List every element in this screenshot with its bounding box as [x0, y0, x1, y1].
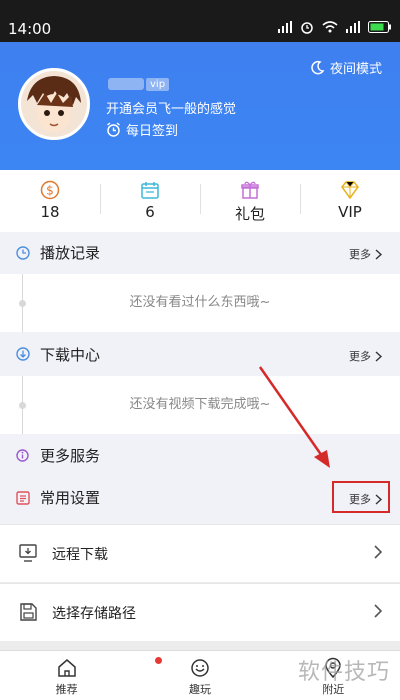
- play-history-empty-text: 还没有看过什么东西哦~: [129, 295, 271, 310]
- night-mode-button[interactable]: 夜间模式: [309, 58, 382, 77]
- remote-download-label: 远程下载: [52, 547, 108, 563]
- play-history-more-label: 更多: [349, 248, 371, 261]
- tab-recommend[interactable]: 推荐: [0, 651, 133, 700]
- common-settings-title: 常用设置: [40, 489, 101, 507]
- more-services-header[interactable]: 更多服务: [0, 434, 400, 476]
- stat-gift-label: 礼包: [234, 205, 265, 223]
- moon-icon: [311, 60, 325, 74]
- svg-text:$: $: [46, 184, 54, 198]
- daily-checkin-label: 每日签到: [126, 124, 179, 139]
- chevron-right-icon: [374, 545, 382, 559]
- status-bar: 14:00: [0, 0, 400, 42]
- chevron-right-icon: [375, 350, 382, 362]
- gift-icon: [241, 181, 259, 199]
- wifi-icon: [322, 21, 338, 33]
- alarm-clock-icon: [107, 122, 120, 137]
- settings-list-icon: [16, 491, 30, 505]
- avatar[interactable]: [18, 68, 90, 140]
- signal-icon: [278, 21, 292, 33]
- downloads-empty: 还没有视频下载完成哦~: [0, 376, 400, 434]
- stat-vip[interactable]: VIP: [300, 170, 400, 232]
- timeline-dot: [19, 300, 26, 307]
- storage-path-item[interactable]: 选择存储路径: [0, 583, 400, 641]
- downloads-more-button[interactable]: 更多: [349, 348, 382, 364]
- watermark: 软件技巧: [297, 660, 390, 685]
- info-icon: [16, 449, 29, 462]
- stat-coins[interactable]: $ 18: [0, 170, 100, 232]
- download-icon: [16, 347, 30, 361]
- home-icon: [57, 659, 76, 677]
- vip-tag: vip: [146, 78, 170, 91]
- status-time: 14:00: [8, 20, 52, 38]
- signal-icon-2: [346, 21, 360, 33]
- annotation-highlight-box: [332, 481, 390, 513]
- play-history-title: 播放记录: [40, 244, 101, 262]
- storage-path-label: 选择存储路径: [52, 606, 136, 622]
- chevron-right-icon: [375, 248, 382, 260]
- tab-fun-label: 趣玩: [188, 683, 211, 696]
- play-history-more-button[interactable]: 更多: [349, 246, 382, 262]
- stat-checkin-days-value: 6: [145, 203, 155, 221]
- alarm-icon: [301, 22, 313, 34]
- play-history-header[interactable]: 播放记录 更多: [0, 232, 400, 274]
- tab-fun[interactable]: 趣玩: [133, 651, 266, 700]
- downloads-empty-text: 还没有视频下载完成哦~: [129, 397, 271, 412]
- diamond-icon: [341, 181, 359, 200]
- profile-header: 夜间模式 vip 开通会员飞一般的感觉 每日签到: [0, 42, 400, 170]
- stat-checkin-days[interactable]: 6: [100, 170, 200, 232]
- downloads-title: 下载中心: [40, 346, 101, 364]
- more-services-title: 更多服务: [40, 447, 101, 465]
- calendar-icon: [141, 182, 159, 199]
- coin-icon: $: [40, 180, 60, 200]
- downloads-header[interactable]: 下载中心 更多: [0, 332, 400, 376]
- avatar-illustration: [21, 71, 87, 137]
- storage-icon: [20, 603, 37, 621]
- remote-download-icon: [19, 544, 37, 562]
- chevron-right-icon: [374, 604, 382, 618]
- notification-dot: [155, 657, 162, 664]
- game-icon: [191, 659, 209, 677]
- clock-icon: [16, 246, 30, 260]
- remote-download-item[interactable]: 远程下载: [0, 524, 400, 582]
- tab-recommend-label: 推荐: [55, 683, 78, 696]
- stat-vip-label: VIP: [338, 203, 362, 221]
- stat-coins-value: 18: [40, 203, 60, 221]
- vip-slogan-link[interactable]: 开通会员飞一般的感觉: [106, 98, 236, 117]
- stat-gift[interactable]: 礼包: [200, 170, 300, 232]
- username-masked: [108, 78, 144, 90]
- play-history-empty: 还没有看过什么东西哦~: [0, 274, 400, 332]
- stats-row: $ 18 6 礼包 VIP: [0, 170, 400, 232]
- battery-icon: [368, 21, 391, 33]
- downloads-more-label: 更多: [349, 350, 371, 363]
- night-mode-label: 夜间模式: [329, 62, 382, 77]
- daily-checkin-button[interactable]: 每日签到: [106, 120, 178, 139]
- status-icons: [278, 20, 392, 34]
- timeline-dot: [19, 402, 26, 409]
